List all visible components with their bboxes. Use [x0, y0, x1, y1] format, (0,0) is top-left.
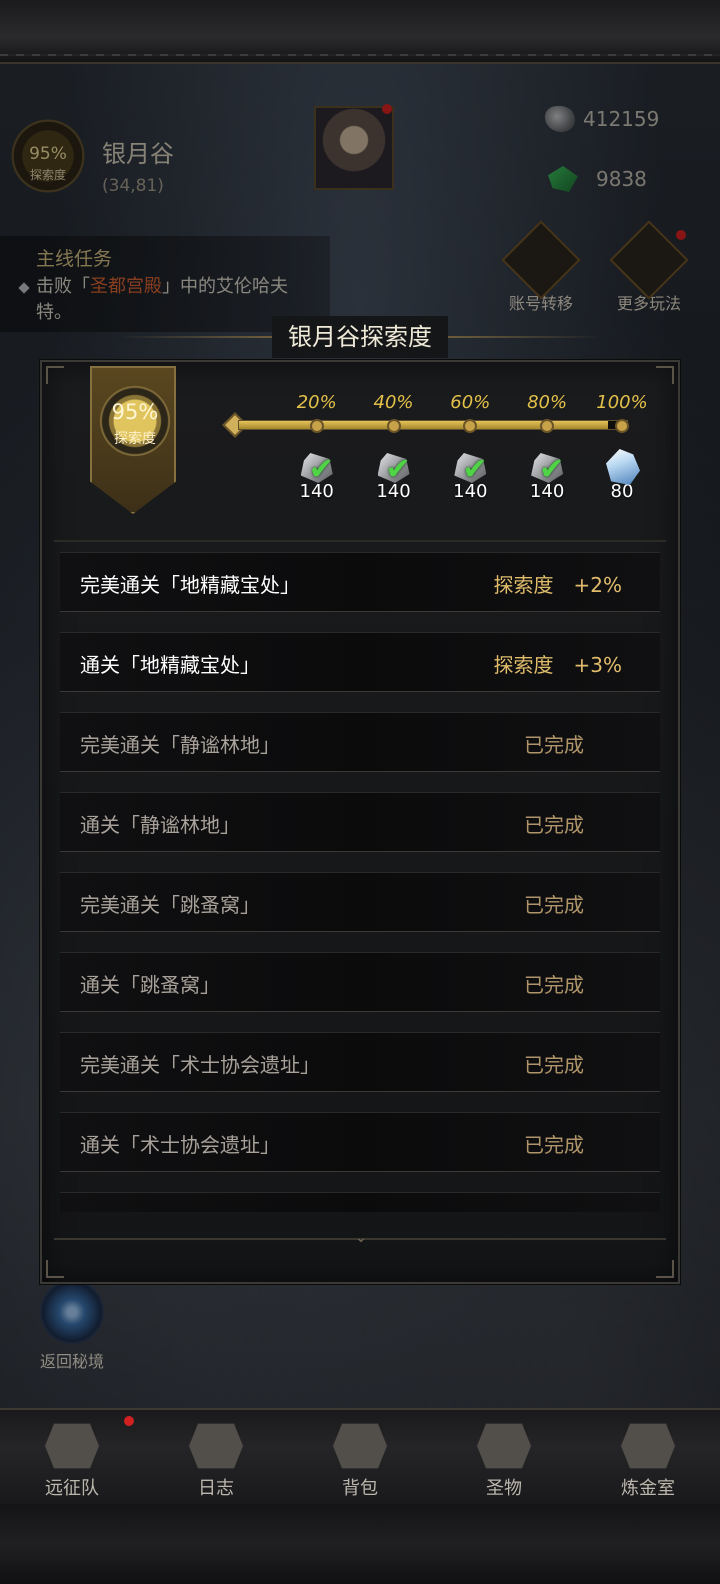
task-row[interactable]: 通关「静谧林地」 已完成	[60, 792, 660, 852]
top-frame	[0, 0, 720, 64]
task-row[interactable]: 完美通关「王室猎场」 已完成	[60, 1192, 660, 1212]
task-status: 已完成	[524, 813, 584, 837]
milestone-reward[interactable]: ✔	[448, 447, 492, 491]
corner-ornament	[46, 1260, 64, 1278]
chevron-down-icon: ⌄	[355, 1230, 367, 1246]
milestone-80[interactable]: 80% ✔ 140	[512, 392, 582, 502]
task-name: 完美通关「术士协会遗址」	[80, 1053, 320, 1077]
nav-alchemy[interactable]: 炼金室	[576, 1410, 720, 1504]
milestone-pct: 60%	[450, 392, 491, 413]
task-name: 完美通关「跳蚤窝」	[80, 893, 260, 917]
milestone-node	[386, 419, 401, 433]
milestone-100[interactable]: 100% 80	[587, 392, 657, 502]
crystal-icon	[606, 449, 640, 485]
panel-header: 银月谷探索度	[120, 316, 600, 360]
task-status: 已完成	[524, 1209, 584, 1212]
task-row[interactable]: 完美通关「静谧林地」 已完成	[60, 712, 660, 772]
task-row[interactable]: 通关「术士协会遗址」 已完成	[60, 1112, 660, 1172]
task-status: 探索度 +2%	[493, 573, 623, 597]
checkmark-icon: ✔	[385, 452, 411, 487]
exploration-panel: 95% 探索度 20% ✔ 140 40% ✔ 140 60% ✔ 140 80% ✔ 140 100%…	[40, 360, 680, 1284]
milestone-reward[interactable]: ✔	[372, 447, 416, 491]
corner-ornament	[46, 366, 64, 384]
exploration-badge-pct: 95%	[111, 400, 159, 424]
backpack-icon	[333, 1423, 387, 1469]
task-row[interactable]: 通关「地精藏宝处」 探索度 +3%	[60, 632, 660, 692]
milestone-node	[615, 419, 629, 433]
checkmark-icon: ✔	[539, 452, 565, 487]
task-row[interactable]: 通关「跳蚤窝」 已完成	[60, 952, 660, 1012]
milestone-pct: 40%	[373, 392, 414, 413]
task-name: 完美通关「地精藏宝处」	[80, 573, 300, 597]
task-row[interactable]: 完美通关「跳蚤窝」 已完成	[60, 872, 660, 932]
milestone-node	[540, 419, 555, 433]
nav-backpack[interactable]: 背包	[288, 1410, 432, 1504]
milestone-reward[interactable]: ✔	[525, 447, 569, 491]
milestone-20[interactable]: 20% ✔ 140	[282, 392, 352, 502]
milestone-node	[463, 419, 478, 433]
notification-dot	[124, 1416, 134, 1426]
task-status: 已完成	[524, 1053, 584, 1077]
task-name: 完美通关「静谧林地」	[80, 733, 280, 757]
bottom-nav: 远征队 日志 背包 圣物 炼金室	[0, 1408, 720, 1504]
chalice-icon	[477, 1423, 531, 1469]
corner-ornament	[656, 366, 674, 384]
alchemy-icon	[621, 1423, 675, 1469]
milestone-node	[309, 419, 324, 433]
scroll-icon	[189, 1423, 243, 1469]
corner-ornament	[656, 1260, 674, 1278]
exploration-badge: 95% 探索度	[94, 380, 176, 462]
task-name: 通关「静谧林地」	[80, 813, 240, 837]
task-status: 已完成	[524, 973, 584, 997]
task-row[interactable]: 完美通关「术士协会遗址」 已完成	[60, 1032, 660, 1092]
panel-title: 银月谷探索度	[272, 316, 448, 358]
nav-expedition-label: 远征队	[45, 1478, 99, 1499]
milestone-reward[interactable]	[600, 447, 644, 491]
milestone-pct: 100%	[596, 392, 648, 413]
task-status: 已完成	[524, 1133, 584, 1157]
milestone-reward[interactable]: ✔	[295, 447, 339, 491]
milestone-pct: 80%	[527, 392, 568, 413]
milestone-60[interactable]: 60% ✔ 140	[435, 392, 505, 502]
nav-backpack-label: 背包	[342, 1478, 378, 1499]
nav-log-label: 日志	[198, 1478, 234, 1499]
checkmark-icon: ✔	[308, 452, 334, 487]
nav-log[interactable]: 日志	[144, 1410, 288, 1504]
divider	[54, 540, 666, 542]
nav-relics-label: 圣物	[486, 1478, 522, 1499]
checkmark-icon: ✔	[462, 452, 488, 487]
nav-alchemy-label: 炼金室	[621, 1478, 675, 1499]
exploration-badge-label: 探索度	[114, 431, 156, 447]
viking-helmet-icon	[45, 1423, 99, 1469]
task-name: 通关「地精藏宝处」	[80, 653, 260, 677]
bottom-frame	[0, 1504, 720, 1584]
milestone-pct: 20%	[296, 392, 337, 413]
task-name: 通关「术士协会遗址」	[80, 1133, 280, 1157]
milestone-40[interactable]: 40% ✔ 140	[359, 392, 429, 502]
task-row[interactable]: 完美通关「地精藏宝处」 探索度 +2%	[60, 552, 660, 612]
nav-relics[interactable]: 圣物	[432, 1410, 576, 1504]
task-name: 通关「跳蚤窝」	[80, 973, 220, 997]
task-status: 已完成	[524, 733, 584, 757]
nav-expedition[interactable]: 远征队	[0, 1410, 144, 1504]
task-list[interactable]: 完美通关「地精藏宝处」 探索度 +2% 通关「地精藏宝处」 探索度 +3% 完美通关「静…	[60, 552, 660, 1212]
task-name: 完美通关「王室猎场」	[80, 1209, 280, 1212]
task-status: 已完成	[524, 893, 584, 917]
task-status: 探索度 +3%	[493, 653, 623, 677]
